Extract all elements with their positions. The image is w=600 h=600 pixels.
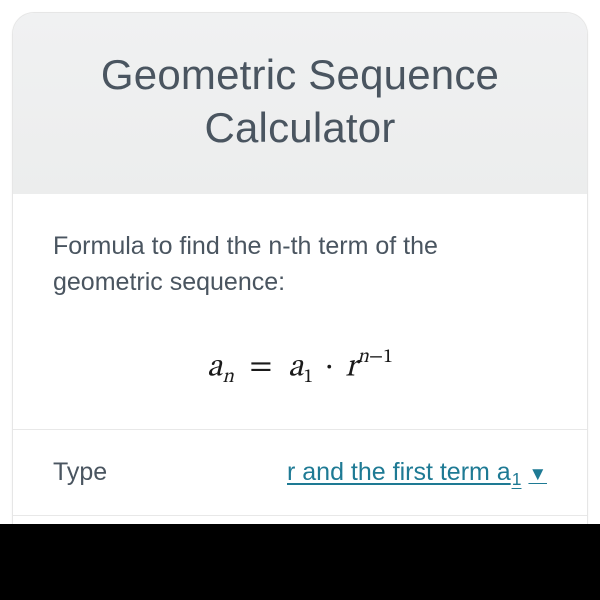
page-title: Geometric Sequence Calculator [43, 49, 557, 154]
type-select[interactable]: r and the first term a1 ▼ [183, 458, 547, 487]
calculator-card: Geometric Sequence Calculator Formula to… [12, 12, 588, 600]
card-header: Geometric Sequence Calculator [13, 13, 587, 194]
type-select-sub: 1 [512, 469, 522, 490]
type-select-text: r and the first term a [287, 458, 511, 487]
formula-display: an = a1 · rn−1 [53, 345, 547, 390]
formula-sub-n: n [222, 366, 233, 386]
formula-var-a1: a [288, 351, 303, 383]
chevron-down-icon: ▼ [528, 463, 547, 485]
bottom-bar [0, 524, 600, 600]
formula-dot: · [321, 351, 338, 383]
formula-var-a: a [207, 351, 222, 383]
formula-exponent: n−1 [357, 347, 393, 367]
formula-var-r: r [345, 351, 357, 383]
formula-sub-1: 1 [303, 366, 313, 386]
formula-description: Formula to find the n-th term of the geo… [53, 228, 547, 301]
formula-equals: = [241, 351, 280, 383]
formula-section: Formula to find the n-th term of the geo… [13, 194, 587, 430]
type-row: Type r and the first term a1 ▼ [13, 430, 587, 516]
type-label: Type [53, 458, 183, 487]
